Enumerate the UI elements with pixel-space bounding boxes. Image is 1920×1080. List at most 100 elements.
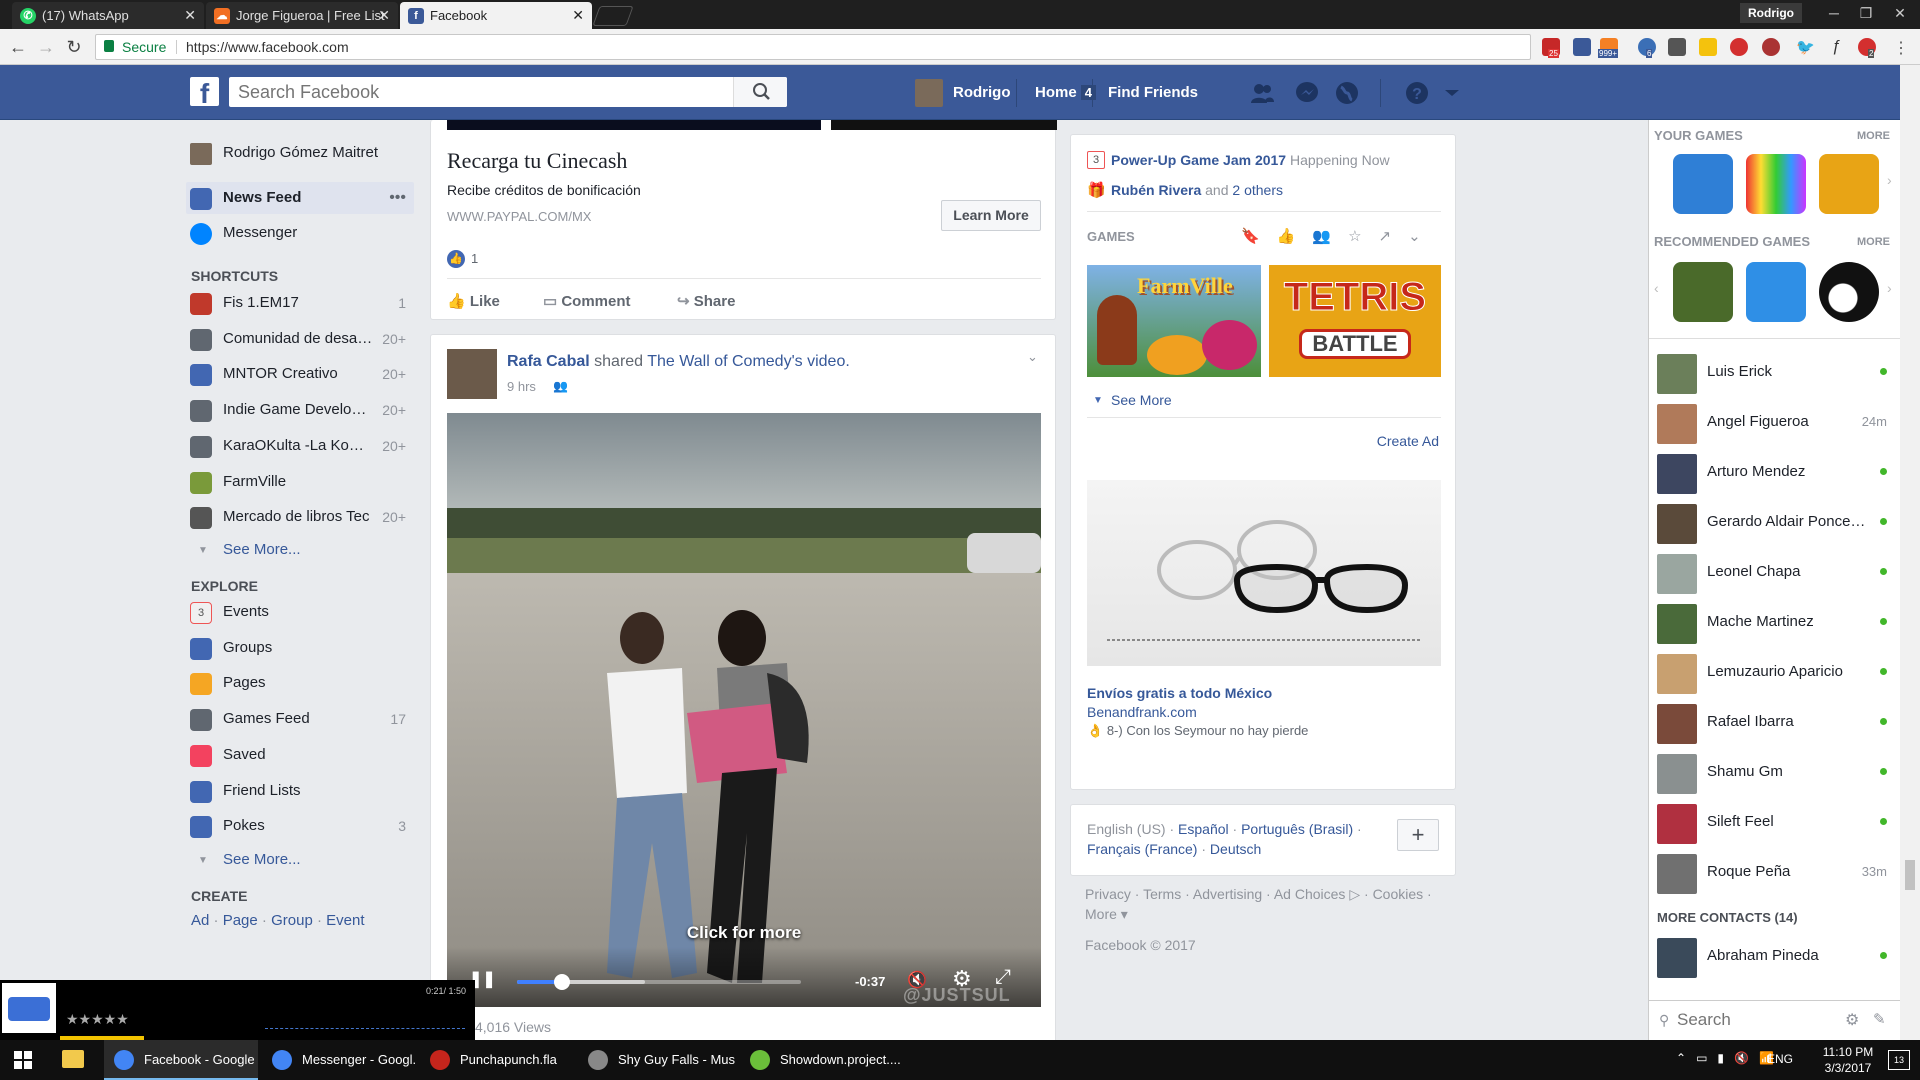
extension-icon[interactable] bbox=[1762, 38, 1780, 56]
restore-icon[interactable]: ❐ bbox=[1852, 2, 1880, 24]
function-extension-icon[interactable]: ƒ bbox=[1827, 38, 1845, 56]
reload-icon[interactable]: ↻ bbox=[62, 35, 86, 59]
bookmark-icon[interactable]: 🔖 bbox=[1241, 228, 1277, 245]
like-button[interactable]: 👍 Like bbox=[447, 292, 500, 310]
create-ad-link[interactable]: Ad bbox=[191, 912, 209, 929]
language-link[interactable]: Español bbox=[1178, 821, 1229, 837]
more-link[interactable]: More bbox=[1085, 906, 1117, 922]
chevron-right-icon[interactable]: › bbox=[1887, 280, 1892, 296]
see-more-explore-link[interactable]: See More... bbox=[223, 851, 301, 868]
game-icon-recommended[interactable] bbox=[1673, 262, 1733, 322]
chrome-menu-icon[interactable]: ⋮ bbox=[1892, 38, 1910, 57]
taskbar-app-button[interactable]: Punchapunch.fla bbox=[420, 1040, 574, 1080]
close-tab-icon[interactable]: ✕ bbox=[184, 2, 196, 29]
privacy-link[interactable]: Privacy bbox=[1085, 886, 1131, 902]
ad-headline[interactable]: Envíos gratis a todo México bbox=[1087, 685, 1272, 701]
ad-domain-link[interactable]: Benandfrank.com bbox=[1087, 704, 1197, 720]
sidebar-item[interactable]: Fis 1.EM17 1 bbox=[186, 287, 414, 319]
messenger-icon[interactable] bbox=[1295, 81, 1319, 105]
ad-image[interactable] bbox=[1087, 480, 1441, 666]
minimize-icon[interactable]: ─ bbox=[1820, 2, 1848, 24]
sidebar-item-profile[interactable]: Rodrigo Gómez Maitret bbox=[186, 137, 414, 169]
sidebar-item[interactable]: MNTOR Creativo 20+ bbox=[186, 358, 414, 390]
close-window-icon[interactable]: ✕ bbox=[1886, 2, 1914, 24]
facebook-search-input[interactable] bbox=[229, 77, 729, 107]
file-explorer-icon[interactable] bbox=[62, 1050, 84, 1068]
sidebar-item[interactable]: KaraOKulta -La Komu... 20+ bbox=[186, 430, 414, 462]
avatar[interactable] bbox=[915, 79, 943, 107]
contact-row[interactable]: Sileft Feel bbox=[1649, 798, 1901, 846]
author-link[interactable]: Rafa Cabal bbox=[507, 353, 590, 370]
tray-app-icon[interactable]: ▭ bbox=[1696, 1051, 1717, 1065]
facebook-logo[interactable]: f bbox=[190, 77, 219, 109]
account-menu-chevron-icon[interactable] bbox=[1440, 81, 1464, 105]
friend-requests-icon[interactable] bbox=[1250, 81, 1274, 105]
create-ad-link[interactable]: Create Ad bbox=[1377, 433, 1439, 449]
search-button[interactable] bbox=[733, 77, 787, 107]
profile-link[interactable]: Rodrigo bbox=[953, 84, 1011, 101]
post-options-chevron-icon[interactable]: ⌄ bbox=[1027, 349, 1038, 365]
add-language-button[interactable]: + bbox=[1397, 819, 1439, 851]
sidebar-item[interactable]: Mercado de libros Tec 20+ bbox=[186, 501, 414, 533]
back-icon[interactable]: ← bbox=[6, 35, 30, 59]
ad-choices-link[interactable]: Ad Choices bbox=[1274, 886, 1346, 902]
mini-media-player[interactable]: 0:21/ 1:50 ★★★★★ bbox=[0, 980, 475, 1040]
video-player[interactable]: Click for more ❚❚ -0:37 🔇 ⚙ ⤢ @JUSTSUL bbox=[447, 413, 1041, 1007]
source-page-link[interactable]: The Wall of Comedy's bbox=[647, 353, 802, 370]
taskbar-app-button[interactable]: Shy Guy Falls - Mus... bbox=[578, 1040, 736, 1080]
taskbar-app-button[interactable]: Facebook - Google ... bbox=[104, 1040, 258, 1080]
sidebar-item[interactable]: Comunidad de desarr... 20+ bbox=[186, 323, 414, 355]
chevron-down-icon[interactable]: ⌄ bbox=[1408, 228, 1438, 245]
page-scrollbar[interactable] bbox=[1900, 65, 1920, 1040]
tab-facebook[interactable]: f Facebook ✕ bbox=[400, 2, 592, 29]
game-icon-farmville[interactable] bbox=[1673, 154, 1733, 214]
advertising-link[interactable]: Advertising bbox=[1193, 886, 1262, 902]
share-button[interactable]: ↪ Share bbox=[677, 292, 735, 310]
create-page-link[interactable]: Page bbox=[223, 912, 258, 929]
new-message-icon[interactable]: ✎ bbox=[1873, 1010, 1886, 1028]
extension-icon[interactable]: 6 bbox=[1638, 38, 1656, 58]
click-for-more-overlay[interactable]: Click for more bbox=[447, 923, 1041, 943]
avatar[interactable] bbox=[447, 349, 497, 399]
gmail-extension-icon[interactable]: 25 bbox=[1542, 38, 1560, 58]
forward-icon[interactable]: → bbox=[34, 35, 58, 59]
see-more-shortcuts-link[interactable]: See More... bbox=[223, 541, 301, 558]
language-link[interactable]: Deutsch bbox=[1210, 841, 1261, 857]
contact-row[interactable]: Arturo Mendez bbox=[1649, 448, 1901, 496]
game-icon-recommended[interactable] bbox=[1746, 262, 1806, 322]
extension-icon[interactable] bbox=[1699, 38, 1717, 56]
create-event-link[interactable]: Event bbox=[326, 912, 364, 929]
contact-row[interactable]: Gerardo Aldair Ponce ... bbox=[1649, 498, 1901, 546]
birthday-person-link[interactable]: Rubén Rivera bbox=[1111, 182, 1201, 198]
contact-row[interactable]: Abraham Pineda bbox=[1649, 932, 1901, 980]
notifications-globe-icon[interactable] bbox=[1335, 81, 1359, 105]
taskbar-app-button[interactable]: Messenger - Googl... bbox=[262, 1040, 416, 1080]
sidebar-item[interactable]: Friend Lists bbox=[186, 775, 414, 807]
more-recommended-link[interactable]: MORE bbox=[1857, 236, 1890, 248]
friends-icon[interactable]: 👥 bbox=[1312, 228, 1348, 245]
volume-muted-icon[interactable]: 🔇 bbox=[1734, 1051, 1759, 1065]
clock[interactable]: 11:10 PM 3/3/2017 bbox=[1818, 1044, 1878, 1076]
extension-icon[interactable] bbox=[1668, 38, 1686, 56]
sidebar-item[interactable]: 3 Events bbox=[186, 596, 414, 628]
home-link[interactable]: Home 4 bbox=[1035, 84, 1096, 101]
event-link[interactable]: Power-Up Game Jam 2017 bbox=[1111, 152, 1286, 168]
tab-whatsapp[interactable]: ✆ (17) WhatsApp ✕ bbox=[12, 2, 204, 29]
game-icon-tetris[interactable] bbox=[1746, 154, 1806, 214]
help-icon[interactable]: ? bbox=[1405, 81, 1429, 105]
contact-row[interactable]: Mache Martinez bbox=[1649, 598, 1901, 646]
sidebar-item-messenger[interactable]: Messenger bbox=[186, 217, 414, 249]
chat-search-input[interactable] bbox=[1677, 1007, 1827, 1033]
language-link[interactable]: Français (France) bbox=[1087, 841, 1197, 857]
ad-title[interactable]: Recarga tu Cinecash bbox=[447, 148, 627, 174]
language-link[interactable]: Português (Brasil) bbox=[1241, 821, 1353, 837]
sidebar-item[interactable]: Saved bbox=[186, 739, 414, 771]
tab-soundcloud[interactable]: ☁ Jorge Figueroa | Free List ✕ bbox=[206, 2, 398, 29]
sidebar-item[interactable]: Pages bbox=[186, 667, 414, 699]
contact-row[interactable]: Lemuzaurio Aparicio bbox=[1649, 648, 1901, 696]
contact-row[interactable]: Leonel Chapa bbox=[1649, 548, 1901, 596]
chevron-right-icon[interactable]: › bbox=[1887, 172, 1892, 188]
game-icon-tetris-battle[interactable] bbox=[1819, 154, 1879, 214]
scrollbar-thumb[interactable] bbox=[1905, 860, 1915, 890]
chevron-left-icon[interactable]: ‹ bbox=[1654, 280, 1659, 296]
